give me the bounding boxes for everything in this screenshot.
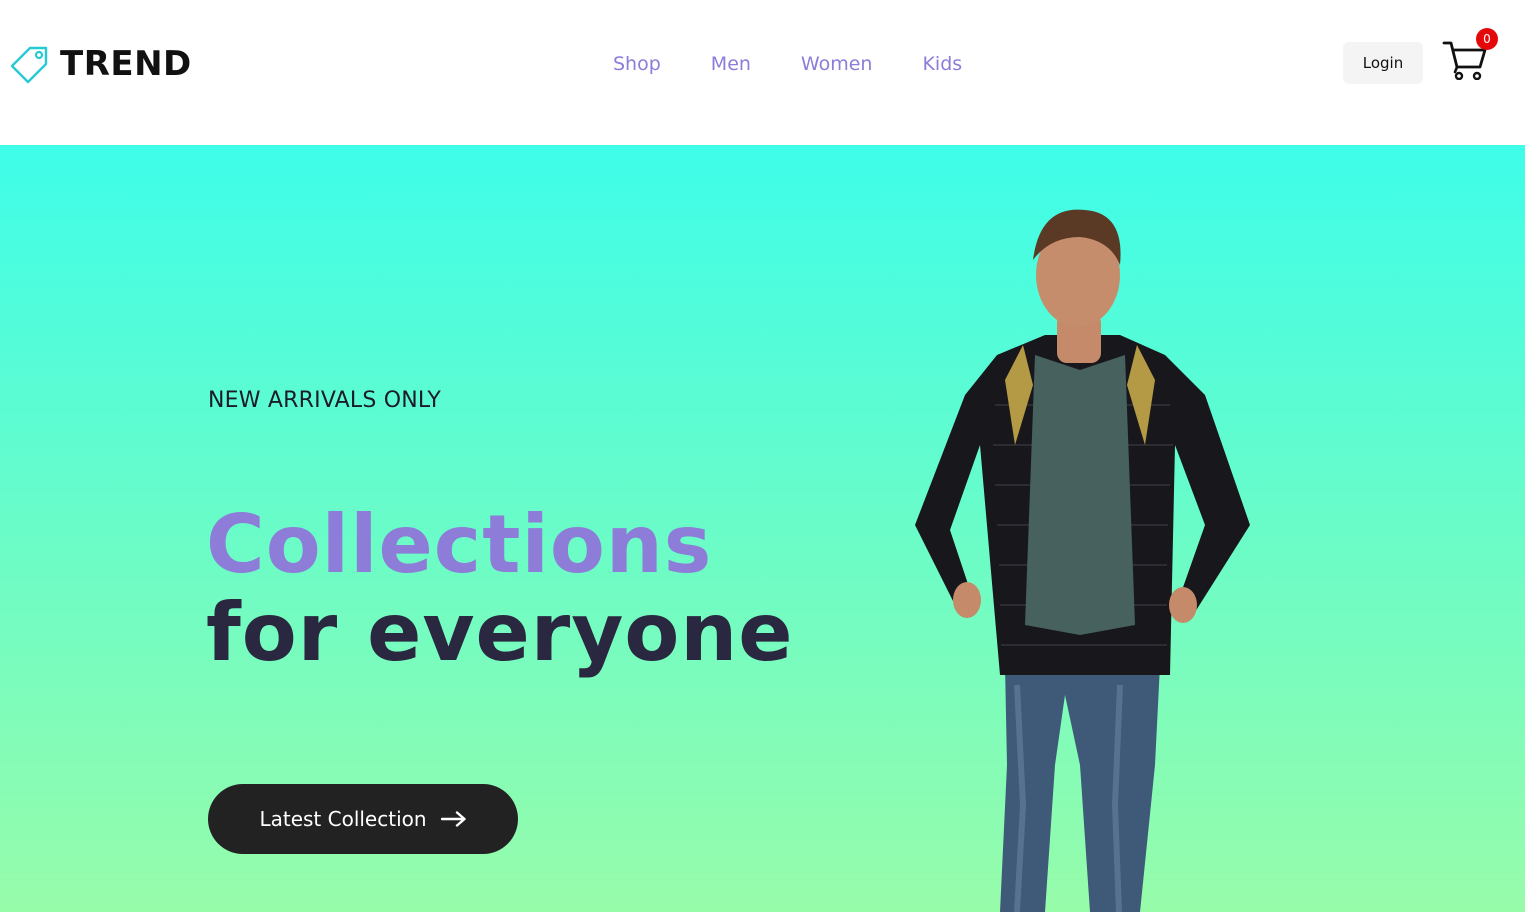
nav-item-shop[interactable]: Shop <box>613 50 661 78</box>
login-button[interactable]: Login <box>1343 42 1423 84</box>
arrow-right-icon <box>440 811 466 827</box>
cart-count-badge: 0 <box>1476 28 1498 50</box>
latest-collection-button[interactable]: Latest Collection <box>208 784 518 854</box>
hero-model-image <box>915 209 1250 912</box>
main-nav: Shop Men Women Kids <box>613 50 962 78</box>
logo-text: TREND <box>60 44 192 84</box>
hero-title-line1: Collections <box>206 498 713 591</box>
nav-item-men[interactable]: Men <box>711 50 751 78</box>
hero-subtitle: NEW ARRIVALS ONLY <box>208 388 442 413</box>
logo[interactable]: TREND <box>8 42 192 86</box>
hero-banner: NEW ARRIVALS ONLY Collections for everyo… <box>0 145 1525 912</box>
cart-button[interactable]: 0 <box>1442 28 1500 82</box>
cta-label: Latest Collection <box>259 807 427 831</box>
site-header: TREND Shop Men Women Kids Login 0 <box>0 0 1525 145</box>
price-tag-icon <box>10 46 48 84</box>
hero-title-line2: for everyone <box>206 586 794 679</box>
nav-item-women[interactable]: Women <box>801 50 873 78</box>
nav-item-kids[interactable]: Kids <box>922 50 962 78</box>
